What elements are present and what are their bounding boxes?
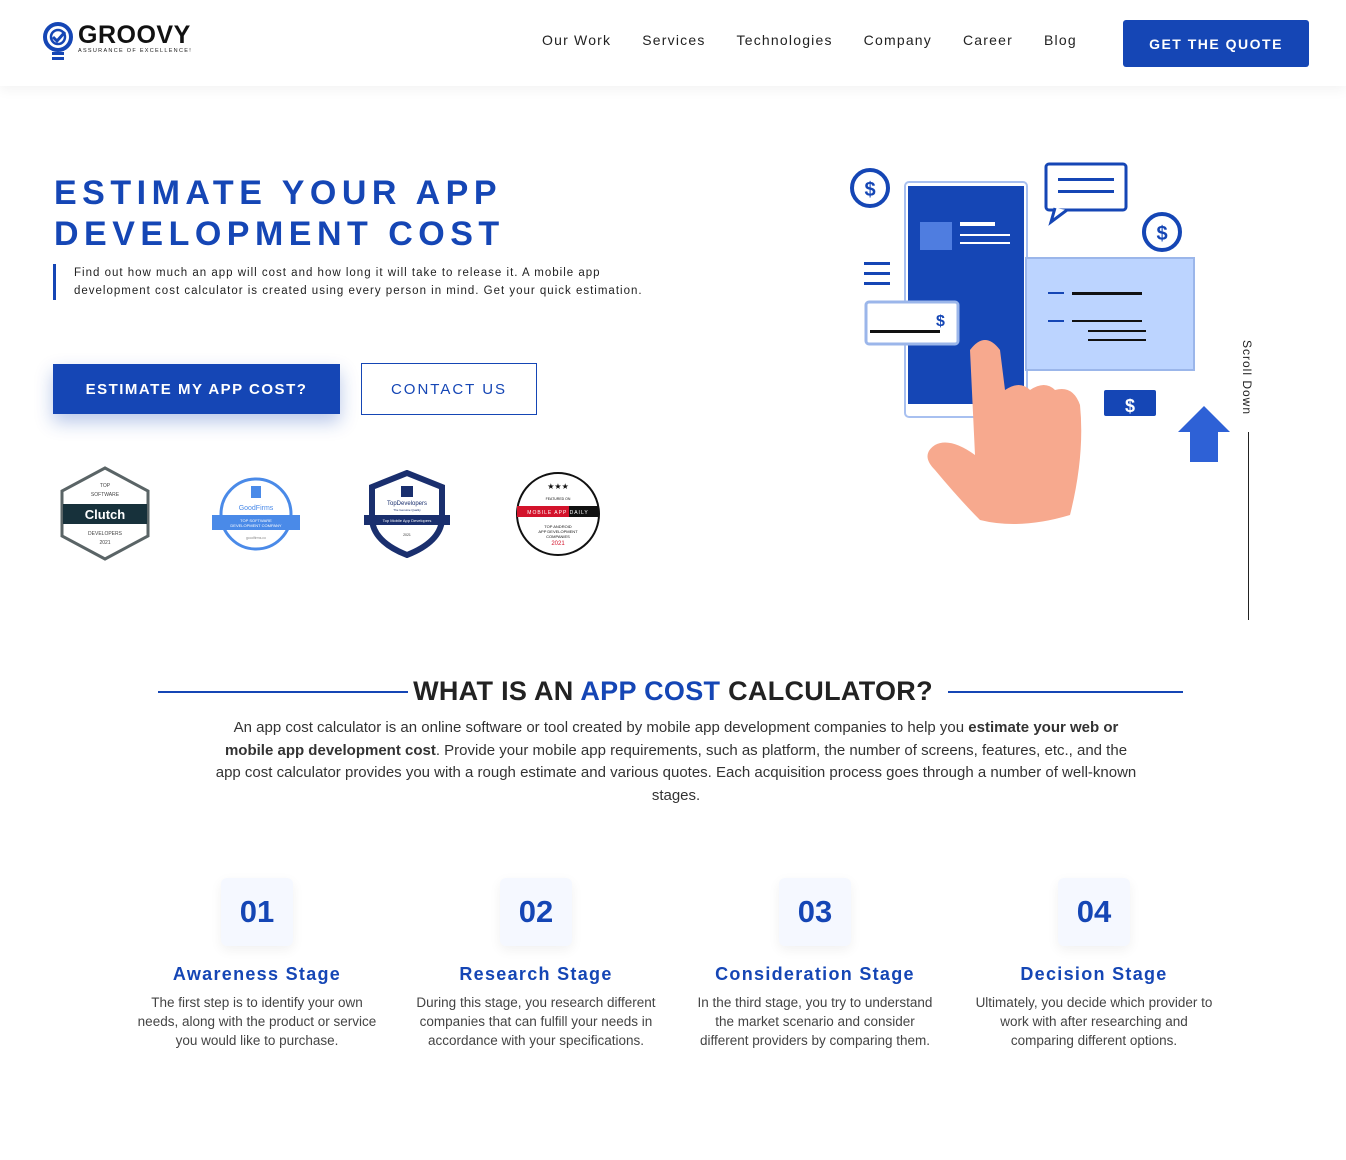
title-pre: WHAT IS AN: [413, 676, 581, 706]
phone-screen: [908, 186, 1024, 404]
nav-our-work[interactable]: Our Work: [542, 32, 611, 48]
contact-us-button[interactable]: CONTACT US: [361, 363, 537, 415]
svg-text:SOFTWARE: SOFTWARE: [91, 492, 120, 498]
hero-description: Find out how much an app will cost and h…: [53, 264, 653, 300]
hero-title-line1: ESTIMATE YOUR APP: [54, 174, 503, 212]
stage-card-consideration: 03 Consideration Stage In the third stage,…: [690, 878, 940, 1050]
stage-card-awareness: 01 Awareness Stage The first step is to id…: [132, 878, 382, 1050]
logo[interactable]: GROOVY ASSURANCE OF EXCELLENCE!: [42, 22, 192, 64]
svg-text:DEVELOPMENT COMPANY: DEVELOPMENT COMPANY: [230, 523, 282, 528]
header: GROOVY ASSURANCE OF EXCELLENCE! Our Work…: [0, 0, 1346, 86]
svg-text:goodfirms.co: goodfirms.co: [246, 536, 266, 540]
svg-text:Clutch: Clutch: [85, 507, 126, 522]
stage-title: Research Stage: [459, 964, 613, 984]
section-title: WHAT IS AN APP COST CALCULATOR?: [0, 676, 1346, 707]
clutch-badge: TOP SOFTWARE Clutch DEVELOPERS 2021: [60, 466, 150, 561]
svg-text:The Genuine Quality: The Genuine Quality: [393, 508, 421, 512]
app-cost-illustration: $ $ $ $: [850, 162, 1230, 524]
nav-services[interactable]: Services: [642, 32, 705, 48]
svg-text:COMPANIES: COMPANIES: [546, 534, 570, 539]
stage-number: 01: [221, 878, 293, 946]
scroll-down-indicator[interactable]: Scroll Down: [1240, 340, 1254, 415]
logo-tagline: ASSURANCE OF EXCELLENCE!: [78, 48, 193, 54]
topdevelopers-badge: TopDevelopersThe Genuine Quality Top Mobi…: [364, 470, 450, 558]
stage-title: Consideration Stage: [715, 964, 915, 984]
stage-text: Ultimately, you decide which provider to…: [975, 995, 1213, 1048]
stage-card-research: 02 Research Stage During this stage, you r…: [411, 878, 661, 1050]
svg-text:$: $: [936, 313, 945, 330]
section-description: An app cost calculator is an online soft…: [215, 717, 1137, 807]
scroll-line: [1248, 432, 1249, 620]
bulb-check-icon: [43, 22, 73, 60]
goodfirms-badge: GoodFirmsTOP SOFTWAREDEVELOPMENT COMPANY…: [212, 477, 300, 551]
stage-text: The first step is to identify your own n…: [137, 995, 377, 1048]
stage-card-decision: 04 Decision Stage Ultimately, you decide w…: [969, 878, 1219, 1050]
estimate-app-cost-button[interactable]: ESTIMATE MY APP COST?: [53, 364, 340, 414]
title-post: CALCULATOR?: [720, 676, 933, 706]
nav-technologies[interactable]: Technologies: [737, 32, 833, 48]
svg-text:MOBILE APP DAILY: MOBILE APP DAILY: [527, 510, 588, 516]
svg-text:$: $: [864, 179, 875, 201]
svg-text:2021: 2021: [99, 540, 110, 546]
stage-title: Decision Stage: [1020, 964, 1168, 984]
stage-text: During this stage, you research differen…: [416, 995, 656, 1048]
nav-career[interactable]: Career: [963, 32, 1013, 48]
desc-part1: An app cost calculator is an online soft…: [233, 719, 969, 736]
svg-text:2021: 2021: [403, 533, 411, 537]
svg-text:$: $: [1156, 223, 1167, 245]
mobile-app-daily-badge: ★★★FEATURED ONMOBILE APP DAILYTOP ANDROI…: [516, 472, 600, 556]
up-arrow-icon: [1178, 406, 1230, 462]
stage-number: 02: [500, 878, 572, 946]
nav-company[interactable]: Company: [864, 32, 932, 48]
svg-text:$: $: [1125, 396, 1135, 416]
svg-text:GoodFirms: GoodFirms: [239, 505, 274, 512]
stage-title: Awareness Stage: [172, 964, 342, 984]
title-highlight: APP COST: [580, 676, 721, 706]
svg-text:TOP: TOP: [100, 483, 111, 489]
svg-text:2021: 2021: [551, 541, 565, 547]
stage-text: In the third stage, you try to understan…: [697, 995, 933, 1048]
stage-number: 04: [1058, 878, 1130, 946]
hero-title: ESTIMATE YOUR APP DEVELOPMENT COST: [54, 173, 505, 255]
get-quote-button[interactable]: GET THE QUOTE: [1123, 20, 1309, 67]
svg-text:DEVELOPERS: DEVELOPERS: [88, 531, 123, 537]
svg-text:Top Mobile App Developers: Top Mobile App Developers: [383, 518, 432, 523]
hero-title-line2: DEVELOPMENT COST: [54, 215, 505, 253]
svg-text:TopDevelopers: TopDevelopers: [387, 501, 427, 507]
stage-number: 03: [779, 878, 851, 946]
logo-name: GROOVY: [78, 21, 191, 49]
nav-blog[interactable]: Blog: [1044, 32, 1077, 48]
main-nav: Our Work Services Technologies Company C…: [542, 32, 1077, 48]
svg-text:FEATURED ON: FEATURED ON: [546, 497, 571, 501]
svg-text:★★★: ★★★: [547, 482, 569, 491]
